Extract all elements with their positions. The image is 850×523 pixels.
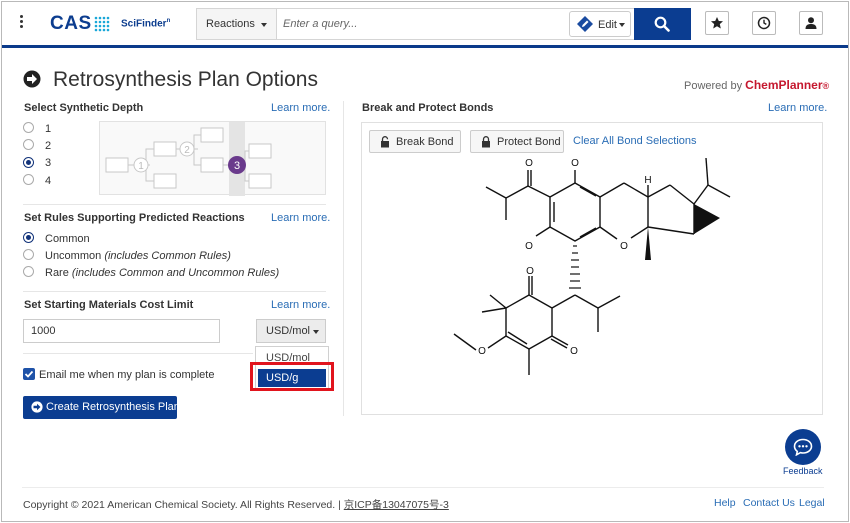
bonds-learn-more-link[interactable]: Learn more. <box>768 102 827 114</box>
search-icon <box>654 16 670 32</box>
search-bar: Reactions Edit <box>196 8 691 40</box>
chat-bubble-icon <box>793 438 813 456</box>
footer-help-link[interactable]: Help <box>714 497 736 509</box>
retrosynthesis-arrow-icon <box>23 70 41 88</box>
depth-step-label: 1 <box>138 161 144 172</box>
powered-by-chemplanner: Powered by ChemPlanner® <box>684 78 830 92</box>
search-type-label: Reactions <box>206 18 255 30</box>
cost-unit-select[interactable]: USD/mol <box>256 319 326 343</box>
atom-label: O <box>620 241 628 252</box>
create-plan-label: Create Retrosynthesis Plan <box>46 401 180 413</box>
create-plan-button[interactable]: Create Retrosynthesis Plan <box>23 396 180 419</box>
search-button[interactable] <box>634 8 691 40</box>
rule-radio-common[interactable] <box>23 232 34 243</box>
highlight-box <box>250 362 334 391</box>
footer-rule <box>22 487 824 488</box>
icp-license-link[interactable]: 京ICP备13047075号-3 <box>344 499 449 511</box>
depth-radio-3[interactable] <box>23 157 34 168</box>
column-divider <box>343 101 344 416</box>
edit-label: Edit <box>598 19 617 31</box>
history-button[interactable] <box>752 11 776 35</box>
depth-radio-4[interactable] <box>23 174 34 185</box>
clear-bond-selections-link[interactable]: Clear All Bond Selections <box>573 135 697 147</box>
depth-step-label: 3 <box>234 160 240 172</box>
depth-option-label: 4 <box>45 175 52 187</box>
section-divider <box>23 353 253 354</box>
cost-learn-more-link[interactable]: Learn more. <box>271 299 330 311</box>
break-bond-label: Break Bond <box>396 136 454 148</box>
depth-option-label: 3 <box>45 157 52 169</box>
rule-option-label: Uncommon (includes Common Rules) <box>45 250 231 262</box>
chevron-down-icon <box>619 23 625 27</box>
chemical-structure[interactable]: O O H O O O O O <box>440 150 740 390</box>
protect-bond-label: Protect Bond <box>497 136 561 148</box>
favorites-button[interactable] <box>705 11 729 35</box>
section-divider <box>23 204 326 205</box>
bonds-heading: Break and Protect Bonds <box>362 102 494 114</box>
atom-label: O <box>525 241 533 252</box>
atom-label: O <box>571 158 579 169</box>
chevron-down-icon <box>313 330 319 334</box>
atom-label: O <box>478 346 486 357</box>
scifinder-logo: SciFindern <box>121 18 171 30</box>
depth-learn-more-link[interactable]: Learn more. <box>271 102 330 114</box>
lock-icon <box>482 136 490 148</box>
rule-radio-uncommon[interactable] <box>23 249 34 260</box>
rules-learn-more-link[interactable]: Learn more. <box>271 212 330 224</box>
user-icon <box>805 17 817 29</box>
menu-kebab-icon[interactable] <box>16 14 26 30</box>
rule-radio-rare[interactable] <box>23 266 34 277</box>
cost-heading: Set Starting Materials Cost Limit <box>24 299 194 311</box>
atom-label: O <box>525 158 533 169</box>
depth-heading: Select Synthetic Depth <box>24 102 144 114</box>
feedback-label[interactable]: Feedback <box>783 466 823 476</box>
history-clock-icon <box>757 16 771 30</box>
depth-step-label: 2 <box>184 145 190 156</box>
star-icon <box>711 17 723 29</box>
header-rule <box>2 45 848 48</box>
search-type-select[interactable]: Reactions <box>197 9 277 39</box>
cost-unit-selected: USD/mol <box>266 325 311 337</box>
depth-option-label: 2 <box>45 140 52 152</box>
search-input[interactable] <box>279 10 559 38</box>
chevron-down-icon <box>261 23 267 27</box>
depth-option-label: 1 <box>45 123 52 135</box>
page-title: Retrosynthesis Plan Options <box>53 68 318 91</box>
unlock-icon <box>381 136 389 148</box>
footer-copyright: Copyright © 2021 American Chemical Socie… <box>23 499 449 511</box>
edit-button[interactable]: Edit <box>569 11 631 37</box>
pencil-icon <box>577 16 593 32</box>
email-checkbox[interactable] <box>23 368 35 380</box>
email-checkbox-label: Email me when my plan is complete <box>39 369 215 381</box>
atom-label: O <box>570 346 578 357</box>
synthetic-depth-diagram: 1 2 3 <box>99 121 326 196</box>
feedback-button[interactable] <box>785 429 821 465</box>
cas-logo[interactable]: CAS <box>50 13 92 35</box>
rules-heading: Set Rules Supporting Predicted Reactions <box>24 212 245 224</box>
section-divider <box>23 291 326 292</box>
footer-legal-link[interactable]: Legal <box>799 497 825 509</box>
user-account-button[interactable] <box>799 11 823 35</box>
retrosynthesis-arrow-icon <box>31 401 43 413</box>
rule-option-label: Rare (includes Common and Uncommon Rules… <box>45 267 280 279</box>
cost-limit-input[interactable] <box>23 319 220 343</box>
cas-logo-dots-icon <box>94 16 110 32</box>
atom-label: H <box>644 175 651 186</box>
rule-option-label: Common <box>45 233 90 245</box>
checkmark-icon <box>24 370 34 378</box>
depth-radio-1[interactable] <box>23 122 34 133</box>
depth-radio-2[interactable] <box>23 139 34 150</box>
atom-label: O <box>526 266 534 277</box>
footer-contact-link[interactable]: Contact Us <box>743 497 795 509</box>
